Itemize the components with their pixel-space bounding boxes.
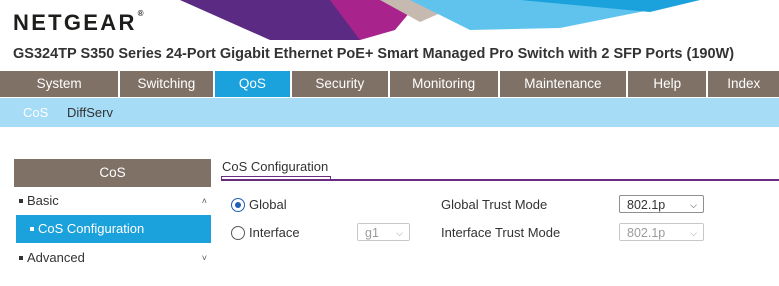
sidebar-item-label: Advanced [27, 250, 85, 265]
chevron-down-icon: ⌵ [690, 200, 697, 210]
tab-qos[interactable]: QoS [214, 71, 291, 97]
subnav-diffserv[interactable]: DiffServ [67, 98, 113, 127]
global-trust-mode-select[interactable]: 802.1p ⌵ [619, 195, 704, 213]
chevron-down-icon: ⌵ [690, 228, 697, 238]
sidebar-item-cos-configuration[interactable]: CoS Configuration [16, 215, 211, 243]
content-tab-cos-configuration[interactable]: CoS Configuration [222, 159, 328, 177]
tab-index[interactable]: Index [708, 71, 779, 97]
global-radio[interactable] [231, 198, 245, 212]
tab-help[interactable]: Help [627, 71, 707, 97]
sub-nav: CoS DiffServ [0, 98, 779, 127]
select-value: g1 [365, 226, 379, 240]
interface-radio-label: Interface [249, 225, 300, 240]
tab-security[interactable]: Security [292, 71, 388, 97]
device-model-title: GS324TP S350 Series 24-Port Gigabit Ethe… [13, 46, 735, 62]
sidebar-title: CoS [14, 159, 211, 187]
tab-system[interactable]: System [0, 71, 119, 97]
interface-radio[interactable] [231, 226, 245, 240]
bullet-icon [19, 198, 23, 203]
sidebar-item-label: Basic [27, 193, 59, 208]
global-radio-label: Global [249, 197, 287, 212]
sidebar-item-label: CoS Configuration [38, 221, 145, 236]
interface-trust-mode-select[interactable]: 802.1p ⌵ [619, 223, 704, 241]
tab-maintenance[interactable]: Maintenance [499, 71, 626, 97]
brand-name: NETGEAR [13, 10, 137, 35]
subnav-cos[interactable]: CoS [23, 98, 48, 127]
chevron-down-icon: ⌵ [396, 228, 403, 238]
chevron-up-icon: ˄ [201, 196, 207, 206]
interface-port-select[interactable]: g1 ⌵ [357, 223, 410, 241]
netgear-logo: NETGEAR® [13, 8, 144, 36]
bullet-icon [19, 255, 23, 260]
registered-mark: ® [137, 8, 144, 18]
sidebar-item-basic[interactable]: Basic ˄ [14, 187, 211, 215]
sidebar-item-advanced[interactable]: Advanced ˅ [14, 244, 211, 272]
bullet-icon [30, 226, 34, 231]
content-tab-underline [221, 179, 779, 181]
select-value: 802.1p [627, 198, 666, 212]
global-trust-mode-label: Global Trust Mode [441, 197, 548, 212]
tab-monitoring[interactable]: Monitoring [389, 71, 498, 97]
main-nav: System Switching QoS Security Monitoring… [0, 71, 779, 97]
interface-trust-mode-label: Interface Trust Mode [441, 225, 561, 240]
select-value: 802.1p [627, 226, 666, 240]
tab-switching[interactable]: Switching [120, 71, 213, 97]
chevron-down-icon: ˅ [201, 253, 207, 263]
